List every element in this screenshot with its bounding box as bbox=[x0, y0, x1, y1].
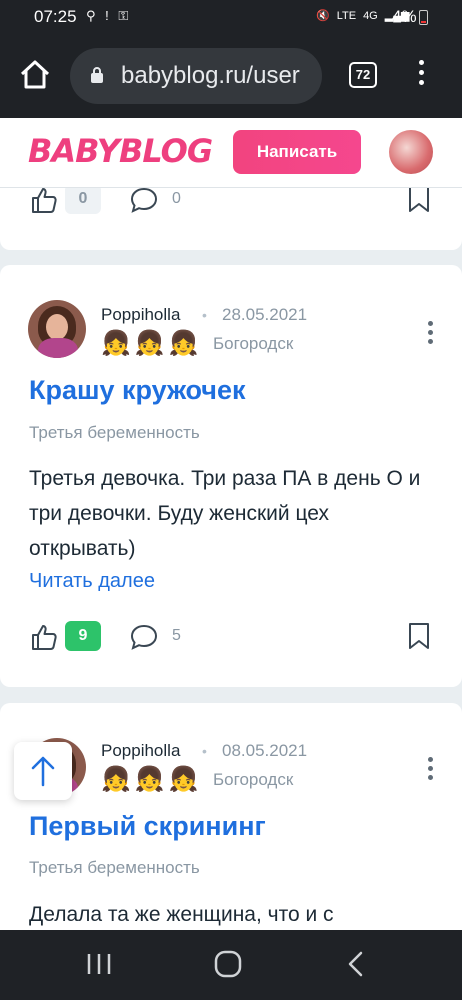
like-count: 0 bbox=[65, 184, 101, 214]
lock-icon bbox=[91, 67, 103, 83]
post-actions: 0 0 bbox=[0, 182, 462, 222]
browser-toolbar: babyblog.ru/user 72 bbox=[0, 34, 462, 118]
comment-count: 0 bbox=[172, 190, 181, 207]
status-bar: 07:25 ⚲ ! ⚿ 🔇 LTE 4G ▂▄▆ 4% bbox=[0, 0, 462, 34]
separator-dot: • bbox=[202, 743, 207, 759]
comment-count: 5 bbox=[172, 627, 181, 644]
status-time: 07:25 bbox=[34, 7, 77, 26]
babyblog-logo[interactable]: BABYBLOG bbox=[28, 132, 213, 170]
children-badges: 👧👧👧 bbox=[101, 330, 203, 357]
post-menu-icon[interactable] bbox=[426, 757, 434, 783]
arrow-up-icon bbox=[31, 756, 55, 787]
author-city: Богородск bbox=[213, 334, 294, 353]
comment-icon[interactable] bbox=[129, 186, 159, 214]
post-date: 28.05.2021 bbox=[222, 305, 308, 324]
notification-icons: ⚲ ! ⚿ bbox=[86, 8, 132, 23]
author-name[interactable]: Poppiholla bbox=[101, 305, 180, 325]
scroll-to-top-button[interactable] bbox=[14, 742, 72, 800]
recent-apps-icon[interactable] bbox=[86, 952, 112, 976]
tab-switcher-button[interactable]: 72 bbox=[349, 62, 377, 88]
post-date: 08.05.2021 bbox=[222, 741, 308, 760]
post-excerpt: Делала та же женщина, что и с bbox=[29, 903, 334, 926]
author-name[interactable]: Poppiholla bbox=[101, 741, 180, 761]
back-icon[interactable] bbox=[346, 950, 364, 978]
browser-menu-icon[interactable] bbox=[413, 60, 429, 92]
post-actions: 9 5 bbox=[0, 619, 462, 659]
author-city: Богородск bbox=[213, 770, 294, 789]
post-menu-icon[interactable] bbox=[426, 321, 434, 347]
bookmark-icon[interactable] bbox=[406, 621, 432, 651]
user-avatar[interactable] bbox=[389, 130, 433, 174]
post-category[interactable]: Третья беременность bbox=[29, 858, 200, 878]
system-navigation-bar bbox=[0, 930, 462, 1000]
post-card: Poppiholla • 08.05.2021 👧👧👧 Богородск Пе… bbox=[0, 703, 462, 943]
post-card: Poppiholla • 28.05.2021 👧👧👧 Богородск Кр… bbox=[0, 265, 462, 687]
post-title[interactable]: Крашу кружочек bbox=[29, 375, 246, 406]
url-text: babyblog.ru/user bbox=[121, 62, 300, 89]
home-icon[interactable] bbox=[18, 58, 52, 92]
battery-icon bbox=[419, 10, 428, 25]
post-title[interactable]: Первый скрининг bbox=[29, 811, 266, 842]
address-bar[interactable]: babyblog.ru/user bbox=[70, 48, 322, 104]
site-header: BABYBLOG Написать bbox=[0, 118, 462, 188]
write-post-button[interactable]: Написать bbox=[233, 130, 361, 174]
post-excerpt: Третья девочка. Три раза ПА в день О и т… bbox=[29, 467, 421, 560]
bookmark-icon[interactable] bbox=[406, 184, 432, 214]
battery-percent: 4% bbox=[392, 7, 417, 26]
volte-icon: LTE bbox=[336, 9, 357, 22]
author-avatar[interactable] bbox=[28, 300, 86, 358]
thumbs-up-icon[interactable] bbox=[30, 186, 58, 214]
separator-dot: • bbox=[202, 307, 207, 323]
mute-icon: 🔇 bbox=[316, 10, 330, 22]
read-more-link[interactable]: Читать далее bbox=[29, 570, 155, 593]
children-badges: 👧👧👧 bbox=[101, 766, 203, 793]
comment-icon[interactable] bbox=[129, 623, 159, 651]
like-count: 9 bbox=[65, 621, 101, 651]
network-type: 4G bbox=[363, 9, 378, 22]
home-nav-icon[interactable] bbox=[214, 950, 242, 978]
post-category[interactable]: Третья беременность bbox=[29, 423, 200, 443]
thumbs-up-icon[interactable] bbox=[30, 623, 58, 651]
